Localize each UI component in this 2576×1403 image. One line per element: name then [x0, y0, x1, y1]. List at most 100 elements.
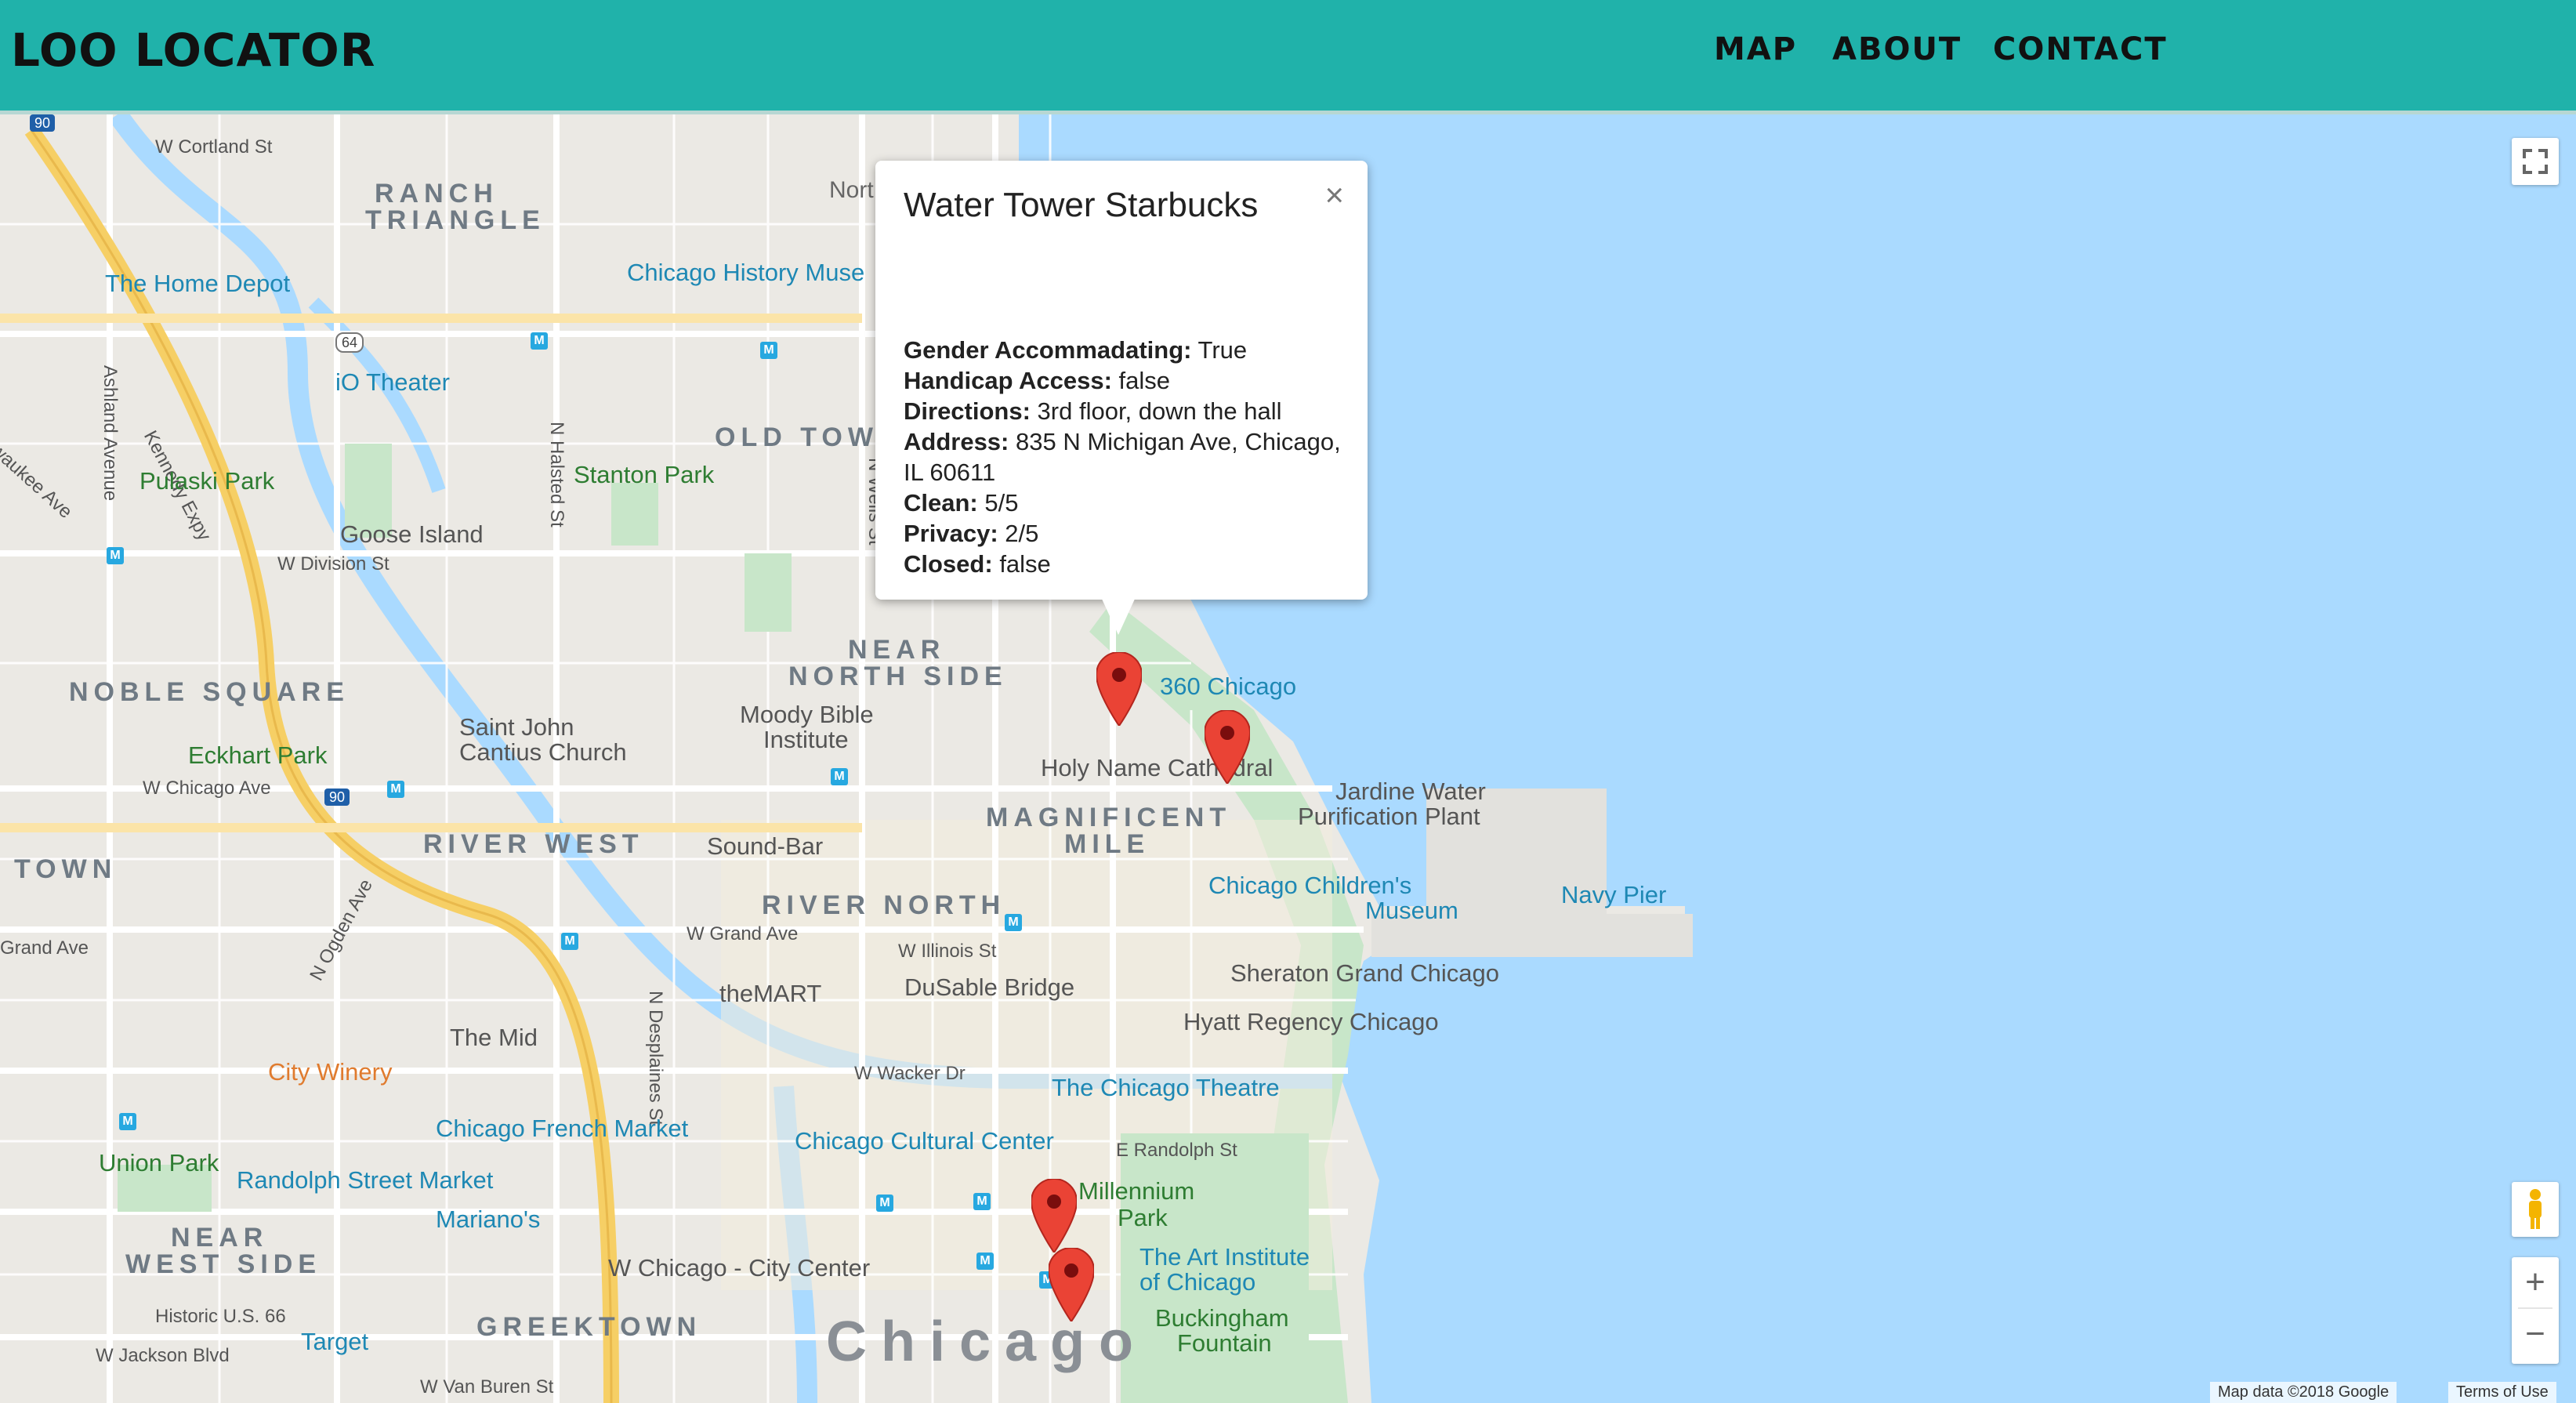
- map-label-place: Fountain: [1177, 1329, 1272, 1357]
- info-window-pointer: [1101, 597, 1136, 635]
- map-label-place: Chicago Cultural Center: [795, 1127, 1054, 1155]
- map-label-place: Hyatt Regency Chicago: [1183, 1008, 1439, 1035]
- pegman-icon: [2529, 1189, 2542, 1229]
- map-label-place: Chicago French Market: [436, 1115, 689, 1142]
- info-row-handicap: Handicap Access: false: [904, 367, 1171, 394]
- map-label-place: Chicago History Muse: [627, 259, 865, 286]
- map-label-place: Museum: [1365, 897, 1458, 924]
- metro-station-icon: M: [1005, 914, 1022, 931]
- map-label-place: City Winery: [268, 1058, 393, 1086]
- map-label-road: Nort: [829, 177, 874, 203]
- brand-logo[interactable]: LOO LOCATOR: [11, 24, 375, 77]
- map-label-road: W Division St: [277, 553, 389, 575]
- metro-station-icon: M: [831, 768, 848, 785]
- map-label-place: Park: [1118, 1204, 1168, 1231]
- nav-about[interactable]: ABOUT: [1832, 31, 1962, 67]
- map-label-place: of Chicago: [1139, 1268, 1256, 1296]
- info-row-directions: Directions: 3rd floor, down the hall: [904, 397, 1282, 425]
- fullscreen-button[interactable]: [2512, 138, 2559, 185]
- map-label-place: Sound-Bar: [707, 832, 824, 860]
- info-row-closed: Closed: false: [904, 550, 1051, 578]
- zoom-control: + −: [2512, 1257, 2559, 1364]
- map-label-place: Cantius Church: [459, 738, 627, 766]
- map-label-place: Sheraton Grand Chicago: [1230, 959, 1499, 987]
- map-label-place: The Art Institute: [1139, 1243, 1310, 1271]
- info-row-privacy: Privacy: 2/5: [904, 520, 1039, 547]
- close-icon[interactable]: ×: [1324, 176, 1344, 214]
- highway-shield: 90: [324, 789, 350, 806]
- map-label-neighborhood: NOBLE SQUARE: [69, 677, 350, 707]
- map-label-road: W Jackson Blvd: [96, 1345, 230, 1366]
- map-label-place: Saint John: [459, 713, 574, 741]
- site-header: LOO LOCATOR MAP ABOUT CONTACT: [0, 0, 2576, 114]
- map-label-neighborhood: TRIANGLE: [365, 205, 545, 235]
- map-label-place: The Chicago Theatre: [1052, 1074, 1280, 1101]
- metro-station-icon: M: [387, 781, 404, 798]
- street-view-pegman[interactable]: [2512, 1182, 2559, 1237]
- metro-station-icon: M: [973, 1193, 991, 1210]
- fullscreen-icon: [2523, 149, 2548, 174]
- info-details: Gender Accommadating: True Handicap Acce…: [904, 335, 1342, 579]
- map-label-neighborhood: GREEKTOWN: [476, 1312, 702, 1342]
- nav-contact[interactable]: CONTACT: [1993, 31, 2168, 67]
- map-label-place: The Mid: [450, 1024, 538, 1051]
- map-label-neighborhood: NEAR: [848, 635, 946, 665]
- restroom-pin-icon[interactable]: [1205, 710, 1250, 784]
- restroom-pin-icon[interactable]: [1096, 652, 1142, 726]
- highway-shield: 64: [335, 332, 364, 353]
- map-label-road: W Grand Ave: [687, 923, 799, 944]
- map-label-road: W Illinois St: [898, 941, 997, 962]
- zoom-out-button[interactable]: −: [2512, 1309, 2559, 1359]
- restroom-pin-icon[interactable]: [1049, 1248, 1094, 1321]
- map-label-road: N Desplaines St: [645, 991, 666, 1126]
- metro-station-icon: M: [531, 332, 548, 350]
- map-label-road: E Randolph St: [1116, 1140, 1237, 1161]
- map-label-place: DuSable Bridge: [904, 973, 1075, 1001]
- map-label-place: Mariano's: [436, 1205, 541, 1233]
- map-label-road: Ashland Avenue: [100, 365, 121, 502]
- map-label-place: Navy Pier: [1561, 881, 1667, 908]
- map-label-neighborhood: TOWN: [14, 854, 118, 884]
- map-label-neighborhood: MAGNIFICENT: [986, 803, 1232, 832]
- terms-link[interactable]: Terms of Use: [2448, 1382, 2556, 1403]
- map-label-road: W Cortland St: [155, 136, 273, 158]
- info-row-clean: Clean: 5/5: [904, 489, 1019, 517]
- metro-station-icon: M: [760, 342, 777, 359]
- map-label-place: Chicago Children's: [1208, 872, 1412, 899]
- map-label-neighborhood: RANCH: [375, 179, 498, 208]
- nav-map[interactable]: MAP: [1714, 31, 1797, 67]
- map-label-neighborhood: WEST SIDE: [125, 1249, 322, 1279]
- map-label-place: Stanton Park: [574, 461, 715, 488]
- metro-station-icon: M: [107, 547, 124, 564]
- map-label-road: W Van Buren St: [420, 1376, 554, 1398]
- map-label-neighborhood: RIVER NORTH: [762, 890, 1006, 920]
- map-label-place: Purification Plant: [1298, 803, 1480, 830]
- info-row-address: Address: 835 N Michigan Ave, Chicago, IL…: [904, 428, 1341, 486]
- map-label-neighborhood: RIVER WEST: [423, 829, 644, 859]
- map-label-place: Eckhart Park: [188, 741, 328, 769]
- map-label-road: W Chicago Ave: [143, 778, 271, 799]
- map-label-place: W Chicago - City Center: [608, 1254, 871, 1282]
- map-label-place: Institute: [763, 726, 849, 753]
- map-label-place: theMART: [719, 980, 822, 1007]
- map-label-place: Goose Island: [340, 520, 484, 548]
- map-attribution: Map data ©2018 Google: [2210, 1382, 2397, 1403]
- restroom-pin-icon[interactable]: [1031, 1179, 1077, 1253]
- map-label-place: Buckingham: [1155, 1304, 1289, 1332]
- map-label-place: Union Park: [99, 1149, 219, 1176]
- zoom-in-button[interactable]: +: [2512, 1257, 2559, 1307]
- info-title: Water Tower Starbucks: [904, 186, 1259, 224]
- metro-station-icon: M: [119, 1113, 136, 1130]
- map-label-place: Jardine Water: [1335, 778, 1486, 805]
- map-label-city: Chicago: [826, 1311, 1148, 1373]
- map-label-road: N Halsted St: [546, 422, 567, 527]
- info-row-gender: Gender Accommadating: True: [904, 336, 1248, 364]
- map-label-place: Pulaski Park: [139, 467, 275, 495]
- map-label-place: Randolph Street Market: [237, 1166, 494, 1194]
- map-label-place: iO Theater: [335, 368, 450, 396]
- map-label-road: Historic U.S. 66: [155, 1306, 286, 1327]
- map-label-road: Grand Ave: [0, 937, 89, 959]
- map-label-neighborhood: NORTH SIDE: [788, 662, 1008, 691]
- map-label-neighborhood: NEAR: [171, 1223, 269, 1253]
- info-window: Water Tower Starbucks × Gender Accommada…: [875, 161, 1368, 600]
